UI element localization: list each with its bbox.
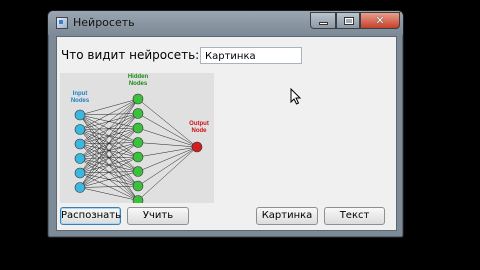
output-node [191,141,203,153]
connection-line [137,146,198,172]
network-nodes [74,93,203,206]
input-node [74,109,86,121]
input-label-line1: Input [73,91,88,97]
connection-line [137,98,198,148]
hidden-node [132,151,144,163]
input-node [74,138,86,150]
close-button[interactable]: ✕ [360,12,400,29]
connection-line [79,127,139,188]
answer-field[interactable] [200,47,302,64]
hidden-node [132,195,144,206]
hidden-node [132,108,144,119]
mouse-cursor-icon [290,88,302,105]
neural-network-image: Input Nodes Hidden Nodes Output Node [60,73,214,206]
hidden-label-line2: Nodes [129,81,148,87]
hidden-node [132,166,144,177]
train-button[interactable]: Учить [127,207,189,225]
input-node [74,124,86,135]
connection-line [79,98,139,188]
window-title: Нейросеть [73,16,135,29]
title-bar[interactable]: Нейросеть ✕ [48,11,403,35]
picture-button[interactable]: Картинка [256,207,318,225]
hidden-node [132,180,144,192]
connection-line [137,146,198,201]
minimize-button[interactable] [310,12,336,29]
hidden-node [132,137,144,148]
text-button[interactable]: Текст [324,207,385,225]
hidden-label-line1: Hidden [128,74,149,80]
hidden-node [132,122,144,134]
maximize-button[interactable] [336,12,360,29]
minimize-icon [319,22,328,25]
connection-line [137,142,198,148]
recognize-button[interactable]: Распознать [60,207,121,225]
maximize-icon [344,17,354,25]
input-label-line2: Nodes [71,98,90,104]
input-node [74,153,86,164]
connection-line [137,127,198,148]
connection-line [137,146,198,187]
app-window: Нейросеть ✕ Что видит нейросеть: Input N… [47,10,404,238]
connection-line [79,98,139,159]
form-client-area: Что видит нейросеть: Input Nodes Hidden … [56,36,397,231]
input-node [74,167,86,179]
output-label-line1: Output [189,121,209,127]
output-label-line2: Node [192,128,208,134]
hidden-node [132,93,144,105]
connection-line [137,113,198,148]
input-node [74,182,86,193]
prompt-label: Что видит нейросеть: [61,48,200,62]
app-icon [56,17,68,29]
connection-line [137,146,198,158]
close-icon: ✕ [375,14,385,27]
